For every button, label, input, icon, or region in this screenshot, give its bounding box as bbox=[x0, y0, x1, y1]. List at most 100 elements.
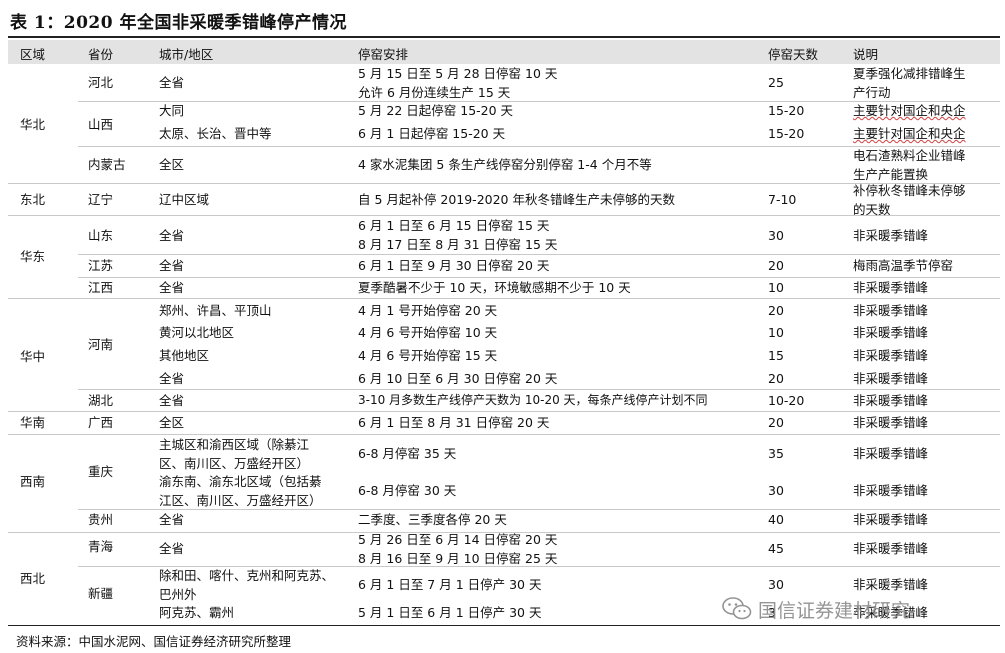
city-cell: 渝东南、渝东北区域（包括綦 江区、南川区、万盛经开区） bbox=[159, 474, 322, 508]
days-cell: 10 bbox=[768, 280, 784, 295]
plan-cell: 6 月 1 日至 7 月 1 日停产 30 天 bbox=[358, 577, 542, 592]
days-cell: 15 bbox=[768, 348, 784, 363]
note-cell: 非采暖季错峰 bbox=[853, 483, 929, 498]
days-cell: 10 bbox=[768, 325, 784, 340]
note-cell: 非采暖季错峰 bbox=[853, 325, 929, 340]
city-cell: 全省 bbox=[159, 512, 185, 527]
row-separator bbox=[78, 254, 1000, 255]
row-separator bbox=[8, 183, 1000, 184]
plan-cell: 自 5 月起补停 2019-2020 年秋冬错峰生产未停够的天数 bbox=[358, 192, 675, 207]
days-cell: 25 bbox=[768, 75, 784, 90]
city-cell: 主城区和渝西区域（除綦江 区、南川区、万盛经开区） bbox=[159, 437, 310, 471]
plan-cell: 3-10 月多数生产线停产天数为 10-20 天，每条产线停产计划不同 bbox=[358, 393, 708, 407]
note-cell: 非采暖季错峰 bbox=[853, 228, 929, 243]
days-cell: 45 bbox=[768, 541, 784, 556]
days-cell: 15-20 bbox=[768, 126, 805, 141]
plan-cell: 6 月 1 日至 6 月 15 日停窑 15 天 8 月 17 日至 8 月 3… bbox=[358, 218, 558, 252]
row-separator bbox=[8, 298, 1000, 299]
province-label: 青海 bbox=[88, 539, 114, 554]
region-label: 西北 bbox=[20, 571, 46, 586]
city-cell: 全省 bbox=[159, 258, 185, 273]
days-cell: 20 bbox=[768, 371, 784, 386]
city-cell: 辽中区域 bbox=[159, 192, 210, 207]
header-note: 说明 bbox=[853, 47, 879, 62]
header-days: 停窑天数 bbox=[768, 47, 819, 62]
table-title: 表 1：2020 年全国非采暖季错峰停产情况 bbox=[10, 13, 347, 33]
province-label: 辽宁 bbox=[88, 192, 114, 207]
city-cell: 郑州、许昌、平顶山 bbox=[159, 303, 272, 318]
region-label: 西南 bbox=[20, 474, 46, 489]
province-label: 江苏 bbox=[88, 258, 114, 273]
province-label: 湖北 bbox=[88, 393, 114, 408]
plan-cell: 6-8 月停窑 30 天 bbox=[358, 483, 457, 498]
region-label: 华北 bbox=[20, 117, 46, 132]
city-cell: 全省 bbox=[159, 75, 185, 90]
city-cell: 全省 bbox=[159, 371, 185, 386]
days-cell: 7-10 bbox=[768, 192, 797, 207]
watermark-text: 国信证券建材研究 bbox=[758, 599, 911, 622]
note-cell: 非采暖季错峰 bbox=[853, 280, 929, 295]
plan-cell: 5 月 22 日起停窑 15-20 天 bbox=[358, 103, 514, 118]
row-separator bbox=[8, 411, 1000, 412]
plan-cell: 4 月 6 号开始停窑 15 天 bbox=[358, 348, 498, 363]
city-cell: 全区 bbox=[159, 157, 185, 172]
header-province: 省份 bbox=[88, 47, 114, 62]
region-label: 东北 bbox=[20, 192, 46, 207]
plan-cell: 6 月 1 日至 8 月 31 日停窑 20 天 bbox=[358, 415, 550, 430]
region-label: 华东 bbox=[20, 249, 46, 264]
province-label: 广西 bbox=[88, 415, 114, 430]
note-cell: 非采暖季错峰 bbox=[853, 415, 929, 430]
header-plan: 停窑安排 bbox=[358, 47, 409, 62]
plan-cell: 4 月 6 号开始停窑 10 天 bbox=[358, 325, 498, 340]
plan-cell: 4 月 1 号开始停窑 20 天 bbox=[358, 303, 498, 318]
plan-cell: 6 月 1 日起停窑 15-20 天 bbox=[358, 126, 506, 141]
days-cell: 10-20 bbox=[768, 393, 805, 408]
province-label: 山东 bbox=[88, 228, 114, 243]
days-cell: 20 bbox=[768, 303, 784, 318]
plan-cell: 5 月 1 日至 6 月 1 日停产 30 天 bbox=[358, 605, 542, 620]
plan-cell: 5 月 26 日至 6 月 14 日停窑 20 天 8 月 16 日至 9 月 … bbox=[358, 532, 558, 566]
note-cell: 非采暖季错峰 bbox=[853, 393, 929, 408]
city-cell: 全省 bbox=[159, 541, 185, 556]
city-cell: 全区 bbox=[159, 415, 185, 430]
city-cell: 大同 bbox=[159, 103, 185, 118]
note-cell: 夏季强化减排错峰生 产行动 bbox=[853, 66, 966, 100]
table-bottom-rule bbox=[8, 625, 1000, 626]
row-separator bbox=[78, 389, 1000, 390]
header-region: 区域 bbox=[20, 47, 46, 62]
days-cell: 40 bbox=[768, 512, 784, 527]
province-label: 重庆 bbox=[88, 464, 114, 479]
province-label: 河北 bbox=[88, 75, 114, 90]
plan-cell: 6 月 1 日至 9 月 30 日停窑 20 天 bbox=[358, 258, 550, 273]
days-cell: 30 bbox=[768, 483, 784, 498]
watermark: 国信证券建材研究 bbox=[722, 594, 910, 624]
note-cell: 补停秋冬错峰未停够 的天数 bbox=[853, 183, 966, 217]
note-cell: 非采暖季错峰 bbox=[853, 303, 929, 318]
province-label: 新疆 bbox=[88, 586, 114, 601]
city-cell: 全省 bbox=[159, 393, 185, 408]
days-cell: 15-20 bbox=[768, 103, 805, 118]
plan-cell: 5 月 15 日至 5 月 28 日停窑 10 天 允许 6 月份连续生产 15… bbox=[358, 66, 558, 100]
note-cell: 主要针对国企和央企 bbox=[853, 103, 966, 118]
note-cell: 非采暖季错峰 bbox=[853, 371, 929, 386]
note-cell: 非采暖季错峰 bbox=[853, 541, 929, 556]
table-top-rule bbox=[8, 36, 1000, 38]
province-label: 山西 bbox=[88, 117, 114, 132]
plan-cell: 夏季酷暑不少于 10 天，环境敏感期不少于 10 天 bbox=[358, 280, 631, 295]
city-cell: 阿克苏、霸州 bbox=[159, 605, 235, 620]
note-cell: 主要针对国企和央企 bbox=[853, 126, 966, 141]
days-cell: 35 bbox=[768, 446, 784, 461]
days-cell: 30 bbox=[768, 577, 784, 592]
days-cell: 20 bbox=[768, 258, 784, 273]
city-cell: 其他地区 bbox=[159, 348, 210, 363]
city-cell: 太原、长治、晋中等 bbox=[159, 126, 272, 141]
note-cell: 非采暖季错峰 bbox=[853, 577, 929, 592]
days-cell: 20 bbox=[768, 415, 784, 430]
row-separator bbox=[8, 434, 1000, 435]
source-note: 资料来源：中国水泥网、国信证券经济研究所整理 bbox=[16, 634, 292, 649]
city-cell: 黄河以北地区 bbox=[159, 325, 235, 340]
plan-cell: 6 月 10 日至 6 月 30 日停窑 20 天 bbox=[358, 371, 558, 386]
plan-cell: 二季度、三季度各停 20 天 bbox=[358, 512, 507, 527]
note-cell: 梅雨高温季节停窑 bbox=[853, 258, 954, 273]
note-cell: 电石渣熟料企业错峰 生产产能置换 bbox=[853, 148, 966, 182]
